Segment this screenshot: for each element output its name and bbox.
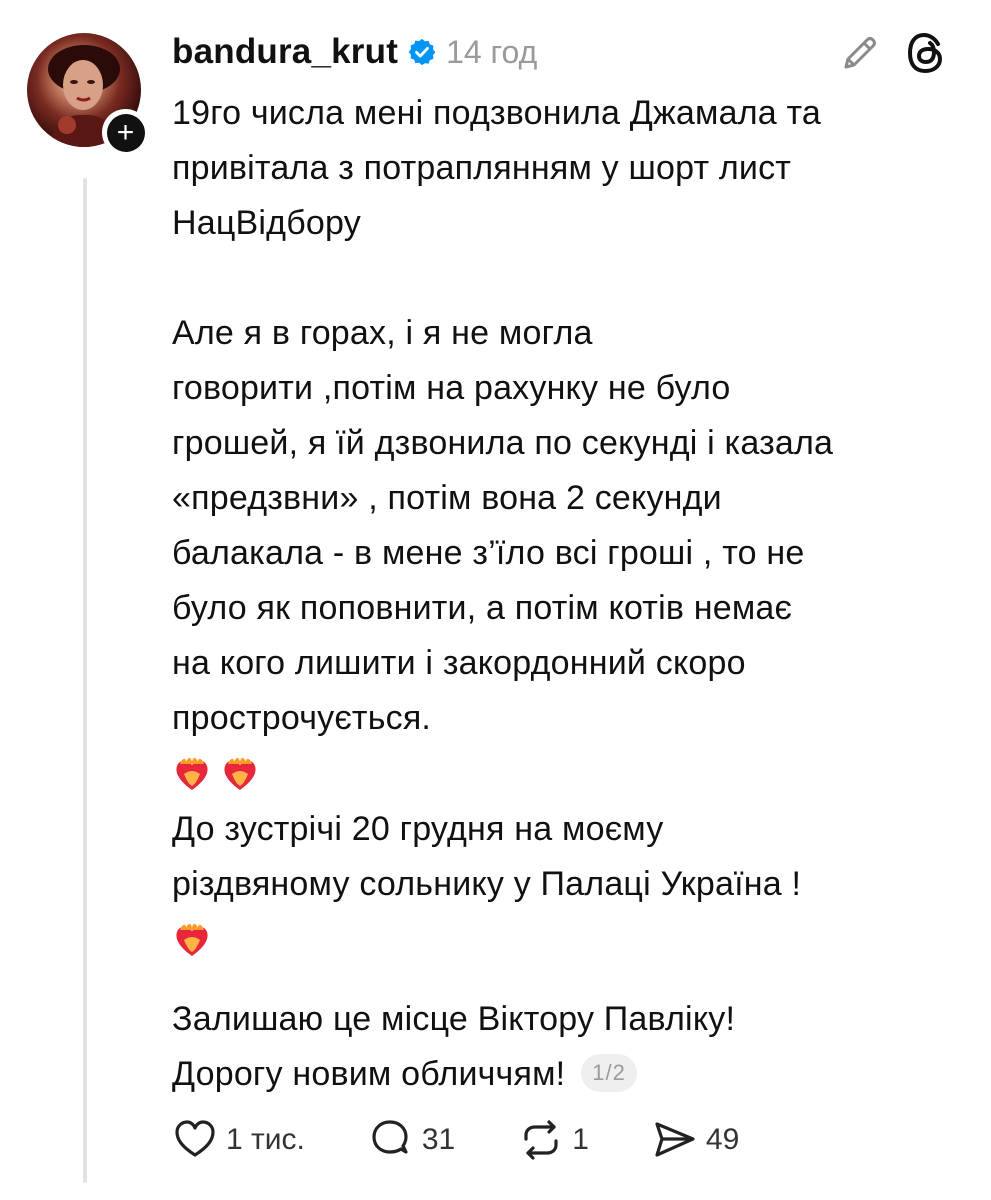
thread-line: [83, 178, 87, 1183]
post-paragraph: До зустрічі 20 грудня на моєму різдвяном…: [172, 810, 802, 903]
post-paragraph-last: Дорогу новим обличчям! 1/2: [172, 1047, 972, 1102]
post-paragraph: Але я в горах, і я не могла говорити ,по…: [172, 314, 834, 737]
heart-on-fire-emoji: [176, 923, 208, 956]
heart-on-fire-emoji: [224, 757, 256, 790]
heart-icon: [175, 1120, 215, 1157]
emoji-row: [172, 746, 972, 802]
share-button[interactable]: 49: [652, 1117, 739, 1163]
post-paragraph: Дорогу новим обличчям!: [172, 1055, 566, 1093]
post-paragraph: Залишаю це місце Віктору Павліку!: [172, 1000, 736, 1038]
like-count: 1 тис.: [226, 1123, 305, 1156]
repost-button[interactable]: 1: [518, 1117, 589, 1163]
follow-button[interactable]: +: [102, 109, 149, 156]
send-icon: [655, 1122, 695, 1157]
reply-button[interactable]: 31: [368, 1117, 455, 1163]
repost-count: 1: [572, 1123, 589, 1156]
repost-icon: [524, 1120, 558, 1160]
page-counter: 1/2: [581, 1054, 637, 1093]
threads-logo-icon[interactable]: [904, 30, 950, 81]
post-body: 19го числа мені подзвонила Джамала та пр…: [172, 86, 972, 1102]
post-timestamp: 14 год: [446, 33, 538, 70]
heart-on-fire-emoji: [176, 757, 208, 790]
comment-icon: [372, 1120, 408, 1154]
like-button[interactable]: 1 тис.: [172, 1117, 305, 1163]
emoji-row: [172, 912, 972, 968]
reply-count: 31: [421, 1123, 456, 1156]
share-count: 49: [705, 1123, 740, 1156]
plus-icon: +: [106, 113, 145, 152]
username[interactable]: bandura_krut: [172, 32, 398, 72]
pencil-icon[interactable]: [838, 31, 882, 80]
post-header: bandura_krut 14 год: [172, 26, 537, 78]
verified-badge-icon: [407, 37, 437, 67]
action-bar: 1 тис. 31 1 49: [172, 1112, 739, 1168]
post-paragraph: 19го числа мені подзвонила Джамала та пр…: [172, 94, 822, 242]
